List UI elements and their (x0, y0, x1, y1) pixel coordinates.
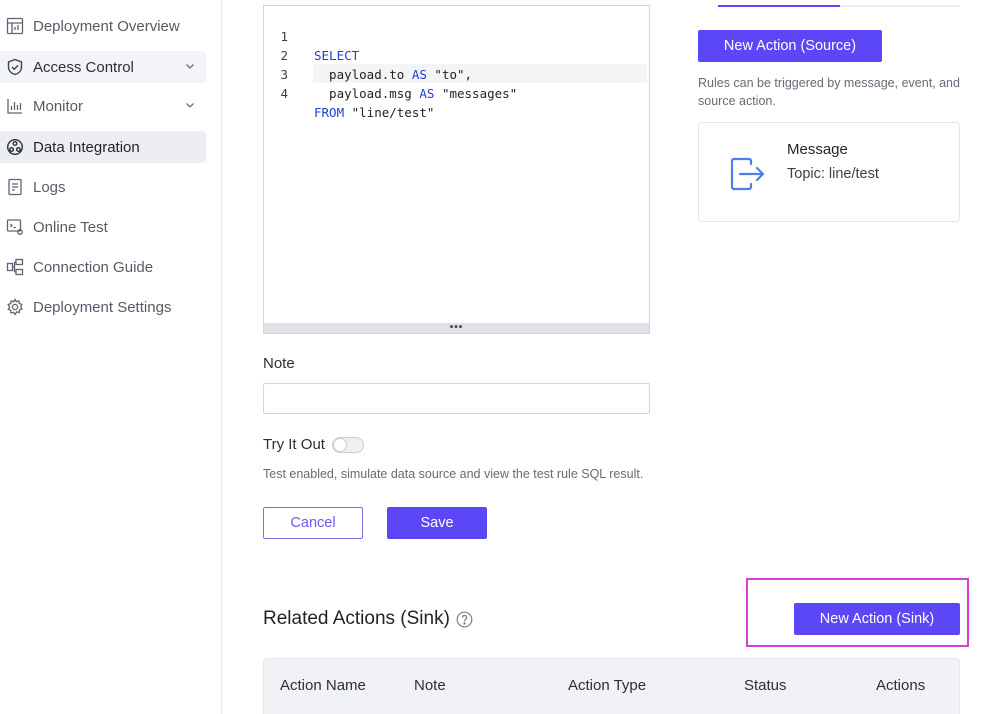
chevron-down-icon (186, 64, 194, 69)
sidebar-item-label: Connection Guide (33, 258, 154, 276)
related-actions-title: Related Actions (Sink) (263, 608, 473, 630)
code-line: 2 payload.to AS "to", (264, 27, 647, 82)
sidebar-item-label: Deployment Overview (33, 17, 180, 35)
sidebar-item-access-control[interactable]: Access Control (0, 51, 206, 83)
gear-icon (6, 298, 24, 316)
new-action-sink-button[interactable]: New Action (Sink) (794, 603, 960, 635)
sidebar-item-online-test[interactable]: Online Test (0, 211, 206, 243)
sql-keyword: AS (419, 86, 435, 101)
drag-dots-icon: ••• (449, 322, 464, 333)
sql-string: "messages" (434, 86, 518, 101)
shield-check-icon (6, 58, 24, 76)
active-tab-indicator (718, 5, 840, 7)
sidebar-item-label: Online Test (33, 218, 108, 236)
dashboard-icon (6, 17, 24, 35)
online-test-icon (6, 218, 24, 236)
sidebar: Deployment Overview Access Control Monit… (0, 0, 222, 714)
sidebar-item-deployment-overview[interactable]: Deployment Overview (0, 10, 206, 42)
code-line: 3 payload.msg AS "messages" (264, 46, 647, 101)
column-header-action-type[interactable]: Action Type (568, 677, 646, 694)
card-topic: Topic: line/test (787, 166, 879, 182)
sql-string: "line/test" (344, 105, 435, 120)
sidebar-item-label: Data Integration (33, 138, 140, 156)
sidebar-item-label: Deployment Settings (33, 298, 172, 316)
sidebar-item-logs[interactable]: Logs (0, 171, 206, 203)
column-header-actions[interactable]: Actions (876, 677, 925, 694)
sidebar-item-data-integration[interactable]: Data Integration (0, 131, 206, 163)
code-line: 1 SELECT (264, 8, 647, 63)
note-input[interactable] (263, 383, 650, 414)
bar-chart-icon (6, 97, 24, 115)
try-it-out-hint: Test enabled, simulate data source and v… (263, 467, 644, 481)
column-header-status[interactable]: Status (744, 677, 787, 694)
actions-table-header: Action Name Note Action Type Status Acti… (263, 658, 960, 714)
sidebar-item-deployment-settings[interactable]: Deployment Settings (0, 291, 206, 323)
sidebar-item-connection-guide[interactable]: Connection Guide (0, 251, 206, 283)
cancel-button[interactable]: Cancel (263, 507, 363, 539)
source-hint: Rules can be triggered by message, event… (698, 76, 960, 108)
message-source-card[interactable]: Message Topic: line/test (698, 122, 960, 222)
line-number: 4 (280, 86, 288, 101)
try-it-out-toggle[interactable] (332, 437, 364, 453)
sidebar-item-label: Monitor (33, 97, 84, 115)
sidebar-item-label: Access Control (33, 58, 134, 76)
section-title-text: Related Actions (Sink) (263, 608, 450, 629)
connection-guide-icon (6, 258, 24, 276)
sql-editor[interactable]: 1 SELECT 2 payload.to AS "to", 3 payload… (263, 5, 650, 334)
code-line: 4 FROM "line/test" (264, 65, 647, 120)
try-it-out-label: Try It Out (263, 436, 325, 453)
card-title: Message (787, 141, 848, 158)
sql-keyword: FROM (314, 105, 345, 120)
message-exit-icon (730, 157, 765, 191)
note-label: Note (263, 355, 295, 372)
toggle-knob (334, 439, 346, 451)
column-header-action-name[interactable]: Action Name (280, 677, 366, 694)
column-header-note[interactable]: Note (414, 677, 446, 694)
sidebar-item-label: Logs (33, 178, 66, 196)
new-action-source-button[interactable]: New Action (Source) (698, 30, 882, 62)
sql-field: payload.msg (314, 86, 420, 101)
sidebar-item-monitor[interactable]: Monitor (0, 90, 206, 122)
save-button[interactable]: Save (387, 507, 487, 539)
log-file-icon (6, 178, 24, 196)
help-icon[interactable] (456, 611, 473, 628)
chevron-down-icon (186, 103, 194, 108)
integration-icon (6, 138, 24, 156)
editor-resize-handle[interactable]: ••• (264, 323, 649, 333)
